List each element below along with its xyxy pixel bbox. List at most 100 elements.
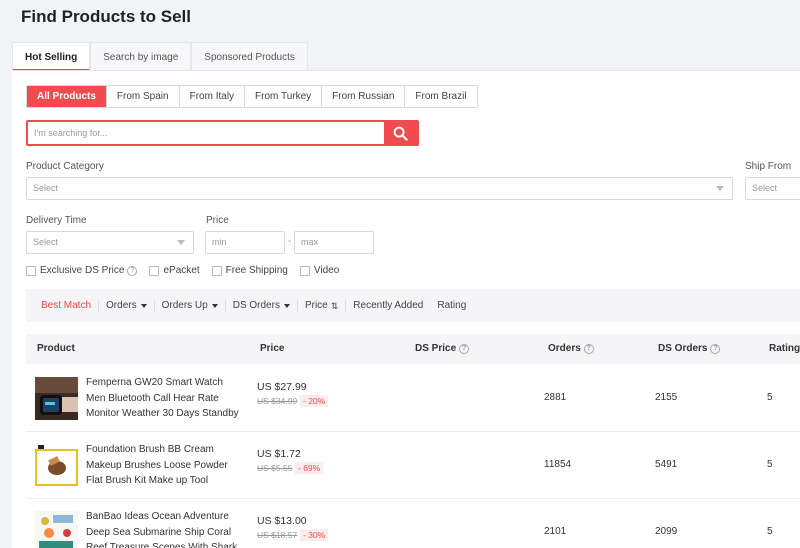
product-category-label: Product Category (26, 161, 104, 172)
ds-orders-value: 2155 (655, 392, 678, 403)
column-price: Price (260, 343, 284, 354)
search-icon (393, 126, 408, 141)
chevron-down-icon (177, 240, 185, 245)
sort-price[interactable]: Price ⇅ (298, 299, 347, 312)
video-label: Video (313, 265, 340, 276)
sort-rating[interactable]: Rating (430, 300, 473, 312)
product-name-link[interactable]: BanBao Ideas Ocean Adventure Deep Sea Su… (86, 509, 242, 548)
product-name-link[interactable]: Foundation Brush BB Cream Makeup Brushes… (86, 442, 242, 489)
sort-recently-added-label: Recently Added (353, 299, 424, 311)
country-spain-button[interactable]: From Spain (106, 86, 180, 107)
column-product: Product (37, 343, 75, 354)
product-category-value: Select (33, 183, 59, 193)
product-old-price: US $18.57 (257, 530, 298, 540)
country-filter: All Products From Spain From Italy From … (26, 85, 478, 108)
sort-best-match-label: Best Match (41, 299, 92, 311)
column-rating: Rating (769, 343, 800, 354)
product-name-link[interactable]: Femperna GW20 Smart Watch Men Bluetooth … (86, 375, 242, 422)
help-icon[interactable]: ? (459, 343, 470, 354)
rating-value: 5 (767, 459, 773, 470)
country-italy-button[interactable]: From Italy (179, 86, 246, 107)
table-row: Foundation Brush BB Cream Makeup Brushes… (26, 432, 800, 499)
column-product-label: Product (37, 343, 75, 354)
epacket-checkbox[interactable]: ePacket (149, 265, 200, 276)
column-ds-orders-label: DS Orders (658, 343, 708, 354)
column-ds-price-label: DS Price (415, 343, 457, 354)
product-old-price: US $34.99 (257, 396, 298, 406)
delivery-time-value: Select (33, 237, 59, 247)
discount-badge: - 30% (300, 529, 329, 541)
sort-orders[interactable]: Orders (99, 299, 155, 312)
orders-value: 2881 (544, 392, 567, 403)
video-checkbox[interactable]: Video (299, 265, 340, 276)
ds-orders-value: 2099 (655, 526, 678, 537)
exclusive-ds-price-label: Exclusive DS Price (40, 265, 125, 276)
product-thumbnail-toy[interactable] (35, 511, 78, 548)
sort-rating-label: Rating (437, 299, 467, 311)
sort-recently-added[interactable]: Recently Added (346, 300, 430, 312)
sort-orders-label: Orders (106, 299, 137, 311)
country-brazil-button[interactable]: From Brazil (405, 86, 477, 107)
discount-badge: - 69% (295, 462, 324, 474)
caret-down-icon (211, 303, 218, 308)
free-shipping-checkbox[interactable]: Free Shipping (211, 265, 288, 276)
column-orders: Orders? (548, 343, 594, 354)
toy-image (35, 511, 78, 548)
product-thumbnail-brush[interactable] (35, 444, 78, 487)
country-all-products-button[interactable]: All Products (27, 86, 107, 107)
watch-image (35, 377, 78, 420)
sort-bar: Best Match Orders Orders Up DS Orders Pr… (26, 289, 800, 322)
help-icon[interactable]: ? (127, 265, 138, 276)
checkbox-box (211, 265, 222, 276)
tab-hot-selling[interactable]: Hot Selling (12, 42, 91, 71)
discount-badge: - 20% (300, 395, 329, 407)
chevron-down-icon (716, 186, 724, 191)
country-turkey-button[interactable]: From Turkey (245, 86, 323, 107)
column-ds-orders: DS Orders? (658, 343, 721, 354)
main-panel: All Products From Spain From Italy From … (12, 70, 800, 548)
ship-from-label: Ship From (745, 161, 792, 172)
column-orders-label: Orders (548, 343, 581, 354)
ship-from-value: Select (752, 183, 778, 193)
sort-orders-up-label: Orders Up (161, 299, 208, 311)
price-min-input[interactable]: min (205, 231, 285, 254)
column-rating-label: Rating (769, 343, 800, 354)
ship-from-select[interactable]: Select (745, 177, 800, 200)
sort-ds-orders[interactable]: DS Orders (226, 299, 298, 312)
tab-search-by-image[interactable]: Search by image (90, 42, 192, 71)
product-price: US $13.00 (257, 515, 307, 527)
price-max-input[interactable]: max (294, 231, 374, 254)
orders-value: 2101 (544, 526, 567, 537)
orders-value: 11854 (544, 459, 572, 470)
sort-best-match[interactable]: Best Match (34, 299, 100, 312)
delivery-time-label: Delivery Time (26, 215, 87, 226)
help-icon[interactable]: ? (710, 343, 721, 354)
free-shipping-label: Free Shipping (225, 265, 288, 276)
exclusive-ds-price-checkbox[interactable]: Exclusive DS Price ? (26, 265, 138, 276)
product-old-price: US $5.55 (257, 463, 293, 473)
table-header: Product Price DS Price? Orders? DS Order… (26, 334, 800, 364)
product-thumbnail-watch[interactable] (35, 377, 78, 420)
price-label: Price (206, 215, 229, 226)
country-russian-button[interactable]: From Russian (322, 86, 406, 107)
search-input[interactable] (28, 122, 384, 144)
caret-down-icon (140, 303, 147, 308)
product-category-select[interactable]: Select (26, 177, 733, 200)
product-price: US $27.99 (257, 381, 307, 393)
sort-updown-icon: ⇅ (330, 300, 339, 311)
checkbox-box (149, 265, 160, 276)
checkbox-box (26, 265, 36, 276)
rating-value: 5 (767, 526, 773, 537)
table-row: BanBao Ideas Ocean Adventure Deep Sea Su… (26, 499, 800, 548)
table-row: Femperna GW20 Smart Watch Men Bluetooth … (26, 365, 800, 432)
search-button[interactable] (384, 122, 417, 144)
sort-orders-up[interactable]: Orders Up (155, 299, 226, 312)
epacket-label: ePacket (163, 265, 200, 276)
rating-value: 5 (767, 392, 773, 403)
delivery-time-select[interactable]: Select (26, 231, 194, 254)
tab-sponsored-products[interactable]: Sponsored Products (191, 42, 308, 71)
sort-ds-orders-label: DS Orders (232, 299, 280, 311)
column-ds-price: DS Price? (415, 343, 470, 354)
product-price: US $1.72 (257, 448, 301, 460)
help-icon[interactable]: ? (583, 343, 594, 354)
